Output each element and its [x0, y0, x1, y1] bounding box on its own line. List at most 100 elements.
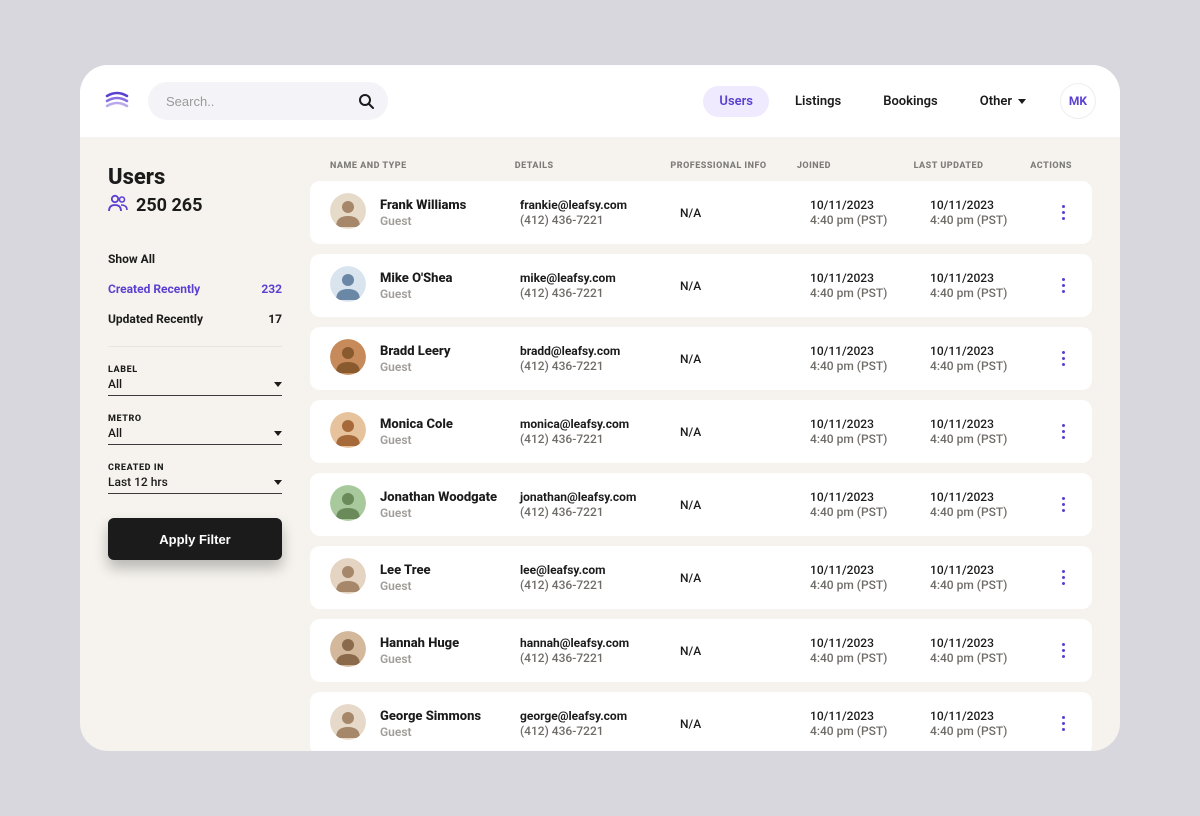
kebab-menu-icon[interactable] [1054, 274, 1072, 298]
updated-time: 4:40 pm (PST) [930, 578, 1050, 592]
user-type: Guest [380, 652, 520, 666]
user-name: Mike O'Shea [380, 271, 520, 286]
user-phone: (412) 436-7221 [520, 359, 680, 373]
avatar [330, 266, 380, 305]
nav-listings[interactable]: Listings [779, 86, 857, 117]
user-type: Guest [380, 725, 520, 739]
user-type: Guest [380, 214, 520, 228]
updated-time: 4:40 pm (PST) [930, 213, 1050, 227]
table-row[interactable]: Jonathan Woodgate Guest jonathan@leafsy.… [310, 473, 1092, 536]
sidebar: Users 250 265 Show All Created Recently [80, 137, 310, 751]
table-row[interactable]: Bradd Leery Guest bradd@leafsy.com (412)… [310, 327, 1092, 390]
filter-created-in-select[interactable]: Last 12 hrs [108, 475, 282, 489]
filter-label-field: LABEL All [108, 365, 282, 396]
user-name: Hannah Huge [380, 636, 520, 651]
table-row[interactable]: George Simmons Guest george@leafsy.com (… [310, 692, 1092, 751]
filter-label-select[interactable]: All [108, 377, 282, 391]
nav-other[interactable]: Other [964, 86, 1042, 117]
filter-updated-recently-label: Updated Recently [108, 312, 203, 326]
kebab-menu-icon[interactable] [1054, 347, 1072, 371]
updated-cell: 10/11/2023 4:40 pm (PST) [930, 271, 1050, 300]
kebab-menu-icon[interactable] [1054, 420, 1072, 444]
body: Users 250 265 Show All Created Recently [80, 137, 1120, 751]
th-details: DETAILS [515, 161, 671, 171]
user-type: Guest [380, 360, 520, 374]
kebab-menu-icon[interactable] [1054, 201, 1072, 225]
filter-created-recently[interactable]: Created Recently 232 [108, 274, 282, 304]
updated-date: 10/11/2023 [930, 344, 1050, 358]
actions-cell [1050, 201, 1072, 225]
updated-cell: 10/11/2023 4:40 pm (PST) [930, 709, 1050, 738]
user-avatar[interactable]: MK [1060, 83, 1096, 119]
joined-time: 4:40 pm (PST) [810, 578, 930, 592]
filter-created-recently-count: 232 [261, 282, 282, 296]
nav-users[interactable]: Users [703, 86, 769, 117]
details-cell: monica@leafsy.com (412) 436-7221 [520, 417, 680, 446]
kebab-menu-icon[interactable] [1054, 566, 1072, 590]
table-row[interactable]: Frank Williams Guest frankie@leafsy.com … [310, 181, 1092, 244]
nav-other-label: Other [980, 94, 1012, 109]
avatar [330, 485, 380, 524]
joined-time: 4:40 pm (PST) [810, 651, 930, 665]
nav-bookings[interactable]: Bookings [867, 86, 954, 117]
name-cell: Bradd Leery Guest [380, 344, 520, 374]
user-email: monica@leafsy.com [520, 417, 680, 431]
kebab-menu-icon[interactable] [1054, 639, 1072, 663]
search-wrap [148, 82, 388, 120]
filter-created-in-caption: CREATED IN [108, 463, 282, 473]
updated-date: 10/11/2023 [930, 709, 1050, 723]
th-professional: PROFESSIONAL INFO [670, 161, 796, 171]
chevron-down-icon [1018, 99, 1026, 104]
user-phone: (412) 436-7221 [520, 505, 680, 519]
updated-time: 4:40 pm (PST) [930, 724, 1050, 738]
filter-show-all[interactable]: Show All [108, 244, 282, 274]
user-email: jonathan@leafsy.com [520, 490, 680, 504]
kebab-menu-icon[interactable] [1054, 493, 1072, 517]
joined-cell: 10/11/2023 4:40 pm (PST) [810, 344, 930, 373]
avatar [330, 558, 380, 597]
updated-date: 10/11/2023 [930, 636, 1050, 650]
updated-time: 4:40 pm (PST) [930, 432, 1050, 446]
joined-date: 10/11/2023 [810, 636, 930, 650]
user-phone: (412) 436-7221 [520, 213, 680, 227]
kebab-menu-icon[interactable] [1054, 712, 1072, 736]
chevron-down-icon [274, 480, 282, 485]
th-joined: JOINED [797, 161, 914, 171]
table-row[interactable]: Mike O'Shea Guest mike@leafsy.com (412) … [310, 254, 1092, 317]
table-row[interactable]: Lee Tree Guest lee@leafsy.com (412) 436-… [310, 546, 1092, 609]
professional-cell: N/A [680, 571, 810, 585]
joined-date: 10/11/2023 [810, 344, 930, 358]
table-row[interactable]: Monica Cole Guest monica@leafsy.com (412… [310, 400, 1092, 463]
details-cell: mike@leafsy.com (412) 436-7221 [520, 271, 680, 300]
chevron-down-icon [274, 382, 282, 387]
name-cell: Lee Tree Guest [380, 563, 520, 593]
user-email: george@leafsy.com [520, 709, 680, 723]
filter-updated-recently[interactable]: Updated Recently 17 [108, 304, 282, 334]
filter-metro-field: METRO All [108, 414, 282, 445]
actions-cell [1050, 566, 1072, 590]
details-cell: george@leafsy.com (412) 436-7221 [520, 709, 680, 738]
joined-time: 4:40 pm (PST) [810, 359, 930, 373]
search-input[interactable] [148, 82, 388, 120]
user-name: Jonathan Woodgate [380, 490, 520, 505]
user-type: Guest [380, 287, 520, 301]
page-title: Users [108, 165, 282, 190]
details-cell: hannah@leafsy.com (412) 436-7221 [520, 636, 680, 665]
name-cell: Monica Cole Guest [380, 417, 520, 447]
user-email: bradd@leafsy.com [520, 344, 680, 358]
updated-date: 10/11/2023 [930, 271, 1050, 285]
apply-filter-button[interactable]: Apply Filter [108, 518, 282, 560]
name-cell: Jonathan Woodgate Guest [380, 490, 520, 520]
table-row[interactable]: Hannah Huge Guest hannah@leafsy.com (412… [310, 619, 1092, 682]
joined-date: 10/11/2023 [810, 198, 930, 212]
avatar [330, 704, 380, 743]
chevron-down-icon [274, 431, 282, 436]
professional-cell: N/A [680, 717, 810, 731]
filter-label-value: All [108, 377, 122, 391]
avatar [330, 339, 380, 378]
updated-time: 4:40 pm (PST) [930, 286, 1050, 300]
joined-date: 10/11/2023 [810, 563, 930, 577]
filter-metro-select[interactable]: All [108, 426, 282, 440]
table-header: NAME AND TYPE DETAILS PROFESSIONAL INFO … [310, 153, 1092, 181]
th-actions: ACTIONS [1030, 161, 1072, 171]
